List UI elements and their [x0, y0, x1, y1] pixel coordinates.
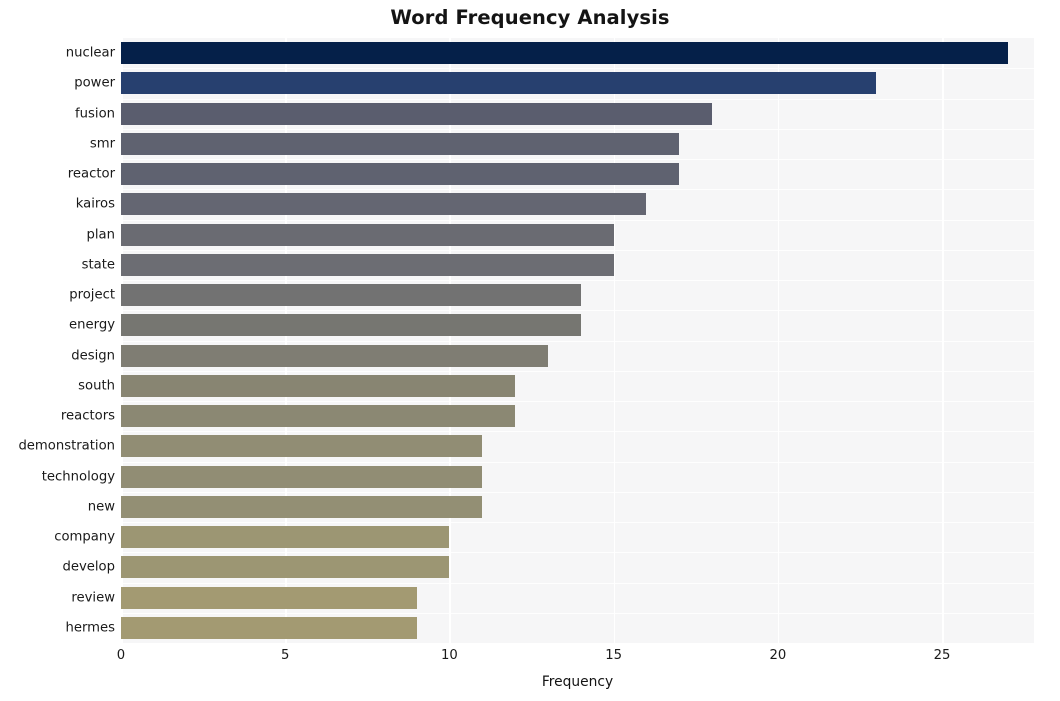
y-tick-label-reactors: reactors: [60, 408, 115, 424]
bar-technology[interactable]: [121, 465, 483, 488]
bar-hermes[interactable]: [121, 616, 417, 639]
chart-title: Word Frequency Analysis: [390, 6, 670, 29]
bar-review[interactable]: [121, 586, 417, 609]
x-tick-label-10: 10: [441, 648, 458, 663]
y-tick-label-company: company: [54, 529, 115, 545]
y-tick-label-plan: plan: [86, 227, 115, 243]
x-tick-label-25: 25: [933, 648, 951, 663]
x-tick-label-0: 0: [116, 648, 126, 663]
y-tick-label-state: state: [81, 257, 115, 273]
y-tick-label-kairos: kairos: [75, 196, 115, 212]
x-axis-title: Frequency: [541, 674, 614, 690]
y-tick-label-review: review: [71, 590, 115, 606]
y-tick-label-energy: energy: [69, 317, 115, 333]
x-tick-label-20: 20: [769, 648, 787, 663]
bar-demonstration[interactable]: [121, 435, 483, 458]
bar-reactor[interactable]: [121, 163, 680, 186]
bar-plan[interactable]: [121, 223, 614, 246]
bar-south[interactable]: [121, 374, 516, 397]
y-tick-label-power: power: [74, 75, 115, 91]
bar-project[interactable]: [121, 284, 581, 307]
y-tick-label-fusion: fusion: [75, 106, 115, 122]
bar-smr[interactable]: [121, 132, 680, 155]
y-tick-label-south: south: [78, 378, 115, 394]
y-tick-label-new: new: [87, 499, 115, 515]
y-tick-label-develop: develop: [62, 559, 115, 575]
bar-fusion[interactable]: [121, 102, 713, 125]
x-axis-tick-labels: 0 5 10 15 20 25: [0, 648, 1060, 670]
y-tick-label-nuclear: nuclear: [65, 45, 115, 61]
bar-company[interactable]: [121, 526, 450, 549]
y-tick-label-hermes: hermes: [65, 620, 116, 636]
bar-develop[interactable]: [121, 556, 450, 579]
plot-area: [121, 38, 1034, 643]
bar-energy[interactable]: [121, 314, 581, 337]
bar-kairos[interactable]: [121, 193, 647, 216]
y-tick-label-design: design: [71, 348, 115, 364]
y-tick-label-project: project: [69, 287, 115, 303]
y-tick-label-reactor: reactor: [67, 166, 115, 182]
y-axis-tick-labels: nuclear power fusion smr reactor kairos plan st…: [0, 38, 115, 643]
x-tick-label-15: 15: [605, 648, 623, 663]
bar-new[interactable]: [121, 495, 483, 518]
x-tick-label-5: 5: [281, 648, 290, 663]
bar-reactors[interactable]: [121, 405, 516, 428]
bar-power[interactable]: [121, 72, 877, 95]
y-tick-label-technology: technology: [41, 469, 115, 485]
chart-figure: Word Frequency Analysis nuclear power fusi…: [0, 0, 1060, 701]
bar-nuclear[interactable]: [121, 42, 1008, 65]
bars-layer: [121, 38, 1034, 643]
y-tick-label-demonstration: demonstration: [18, 438, 115, 454]
y-tick-label-smr: smr: [89, 136, 115, 152]
bar-design[interactable]: [121, 344, 548, 367]
bar-state[interactable]: [121, 253, 614, 276]
